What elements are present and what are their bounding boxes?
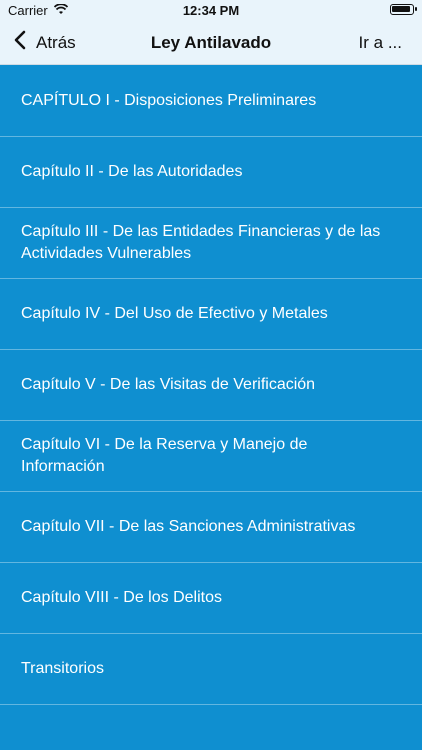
chapter-label: Transitorios [21, 660, 104, 677]
status-bar: Carrier 12:34 PM [0, 0, 422, 20]
chevron-left-icon [10, 29, 32, 56]
battery-icon [390, 4, 417, 15]
chapter-label: Capítulo III - De las Entidades Financie… [21, 223, 381, 262]
navigation-bar: Atrás Ley Antilavado Ir a ... [0, 20, 422, 65]
list-item[interactable]: Capítulo V - De las Visitas de Verificac… [0, 350, 422, 421]
back-button[interactable]: Atrás [10, 20, 76, 65]
chapter-label: Capítulo VIII - De los Delitos [21, 589, 222, 606]
chapter-label: Capítulo VII - De las Sanciones Administ… [21, 518, 356, 535]
chapter-label: Capítulo II - De las Autoridades [21, 163, 243, 180]
status-time: 12:34 PM [182, 3, 240, 18]
list-item[interactable]: Capítulo IV - Del Uso de Efectivo y Meta… [0, 279, 422, 350]
list-item[interactable]: Capítulo VI - De la Reserva y Manejo de … [0, 421, 422, 492]
chapter-label: Capítulo IV - Del Uso de Efectivo y Meta… [21, 305, 328, 322]
list-item[interactable]: Capítulo II - De las Autoridades [0, 137, 422, 208]
list-item[interactable]: Transitorios [0, 634, 422, 705]
list-item[interactable]: CAPÍTULO I - Disposiciones Preliminares [0, 66, 422, 137]
goto-button[interactable]: Ir a ... [359, 20, 402, 65]
chapter-label: Capítulo V - De las Visitas de Verificac… [21, 376, 316, 393]
list-item[interactable]: Capítulo VIII - De los Delitos [0, 563, 422, 634]
chapter-label: Capítulo VI - De la Reserva y Manejo de … [21, 436, 308, 475]
chapter-label: CAPÍTULO I - Disposiciones Preliminares [21, 92, 317, 109]
chapter-list: CAPÍTULO I - Disposiciones Preliminares … [0, 66, 422, 750]
list-item[interactable]: Capítulo VII - De las Sanciones Administ… [0, 492, 422, 563]
back-label: Atrás [36, 32, 76, 52]
list-item[interactable]: Capítulo III - De las Entidades Financie… [0, 208, 422, 279]
